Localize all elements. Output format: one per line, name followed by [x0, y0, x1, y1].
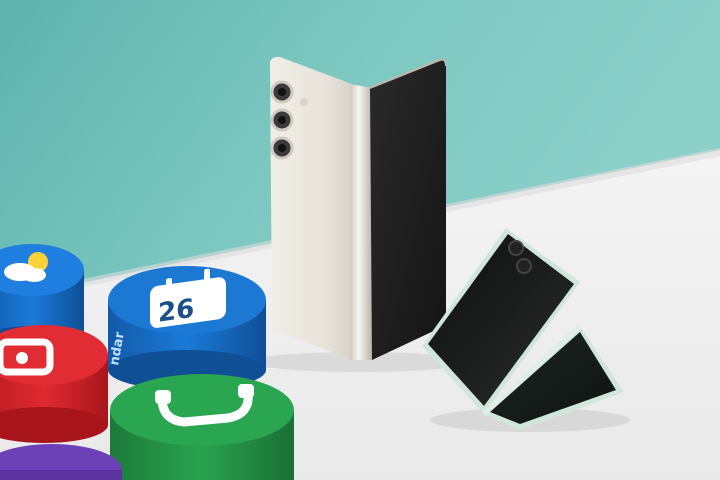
- foldable-phone-standing: [250, 56, 470, 372]
- camera-cylinder: [0, 325, 108, 443]
- fold-phone-hinge: [350, 84, 372, 360]
- flip-camera-lens-2: [516, 258, 532, 274]
- flip-camera-lens-1: [508, 240, 524, 256]
- fold-flash: [300, 98, 308, 106]
- phone-cylinder: [110, 374, 294, 480]
- product-photo-scene: ndar 26: [0, 0, 720, 480]
- fold-phone-cover-screen: [370, 59, 446, 360]
- calendar-cylinder: ndar 26: [107, 266, 266, 390]
- calendar-day-number: 26: [158, 294, 194, 329]
